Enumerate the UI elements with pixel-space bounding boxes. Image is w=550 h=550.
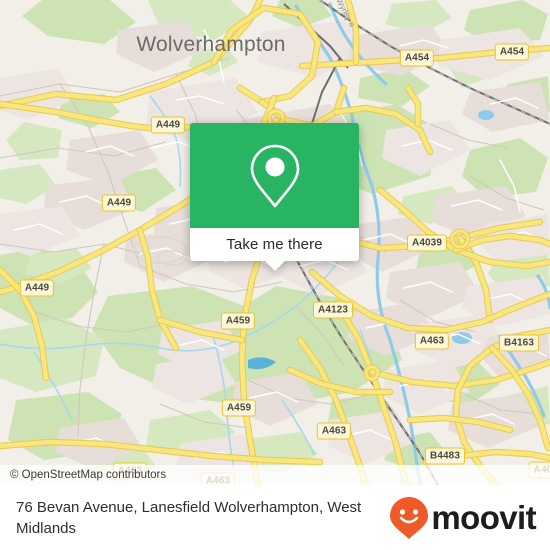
- road-shield: A4123: [313, 301, 353, 319]
- road-shield: A454: [399, 49, 435, 67]
- road-shield: A459: [221, 399, 257, 417]
- map-pin-icon: [250, 144, 299, 207]
- map-attribution: © OpenStreetMap contributors: [0, 465, 550, 485]
- popup-image-area: [190, 123, 359, 228]
- map-city-label: Wolverhampton: [136, 33, 286, 56]
- road-shield: A449: [19, 279, 55, 297]
- road-shield: A449: [101, 194, 137, 212]
- moovit-wordmark: moovit: [431, 499, 536, 536]
- road-shield: A463: [414, 332, 450, 350]
- address-text: 76 Bevan Avenue, Lanesfield Wolverhampto…: [16, 498, 362, 537]
- footer-bar: 76 Bevan Avenue, Lanesfield Wolverhampto…: [0, 485, 550, 550]
- moovit-smiley-pin-icon: [390, 496, 429, 539]
- location-popup-card[interactable]: Take me there: [190, 123, 359, 271]
- road-shield: B4483: [425, 447, 465, 465]
- take-me-there-label: Take me there: [226, 236, 323, 253]
- popup-pointer-tail: [263, 260, 286, 271]
- road-shield: B4163: [499, 334, 539, 352]
- road-shield: A449: [150, 116, 186, 134]
- road-shield: A459: [220, 312, 256, 330]
- map-canvas[interactable]: .gr { fill:#cde3b4; } .gr2{ fill:#d6e8c0…: [0, 0, 550, 485]
- moovit-logo[interactable]: moovit: [389, 496, 537, 540]
- popup-action-bar[interactable]: Take me there: [190, 228, 359, 271]
- road-shield: A463: [316, 422, 352, 440]
- road-shield: A4039: [407, 234, 447, 252]
- road-shield: A454: [494, 43, 530, 61]
